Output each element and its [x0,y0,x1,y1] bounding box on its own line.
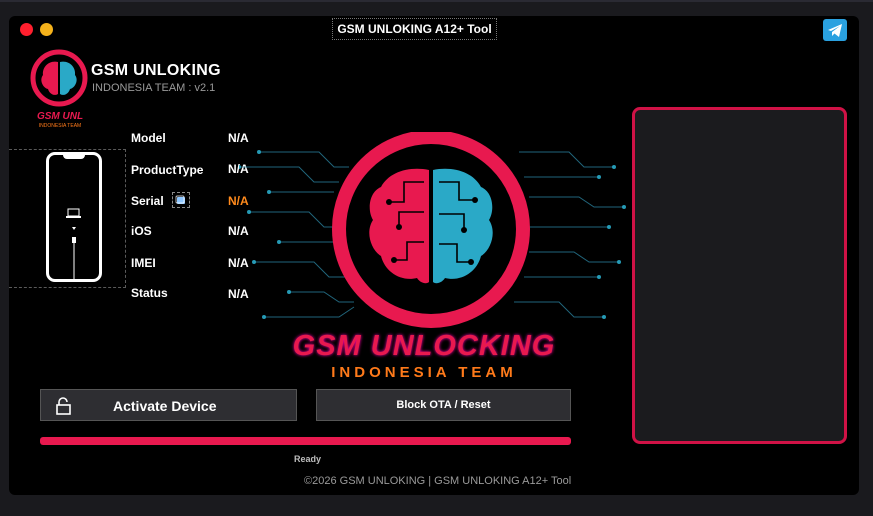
center-logo-title: GSM UNLOCKING [292,330,556,362]
app-window: GSM UNLOKING A12+ Tool GSM UNL INDONESIA… [9,16,859,495]
imei-label: IMEI [131,256,156,270]
close-window-button[interactable] [20,23,33,36]
unlock-icon [55,397,73,415]
ios-label: iOS [131,224,152,238]
progress-bar [40,437,571,445]
brand-version: INDONESIA TEAM : v2.1 [92,82,216,94]
model-label: Model [131,131,166,145]
status-label: Status [131,286,168,300]
minimize-window-button[interactable] [40,23,53,36]
activate-device-button[interactable]: Activate Device [40,389,297,421]
svg-text:GSM UNL: GSM UNL [37,111,83,122]
top-border [0,0,873,2]
copy-icon[interactable] [172,192,190,208]
log-panel[interactable] [632,107,847,444]
telegram-icon[interactable] [823,19,847,41]
center-logo-subtitle: INDONESIA TEAM [331,364,517,381]
footer-copyright: ©2026 GSM UNLOKING | GSM UNLOKING A12+ T… [304,475,572,487]
status-text: Ready [294,454,322,464]
serial-label: Serial [131,194,164,208]
center-brain-logo [237,130,629,332]
brand-name: GSM UNLOKING [91,62,221,79]
product-type-label: ProductType [131,163,204,177]
activate-device-label: Activate Device [113,398,217,414]
svg-text:INDONESIA TEAM: INDONESIA TEAM [39,123,81,128]
iphone-icon [46,152,102,282]
window-title: GSM UNLOKING A12+ Tool [332,18,497,40]
block-ota-reset-button[interactable]: Block OTA / Reset [316,389,571,421]
